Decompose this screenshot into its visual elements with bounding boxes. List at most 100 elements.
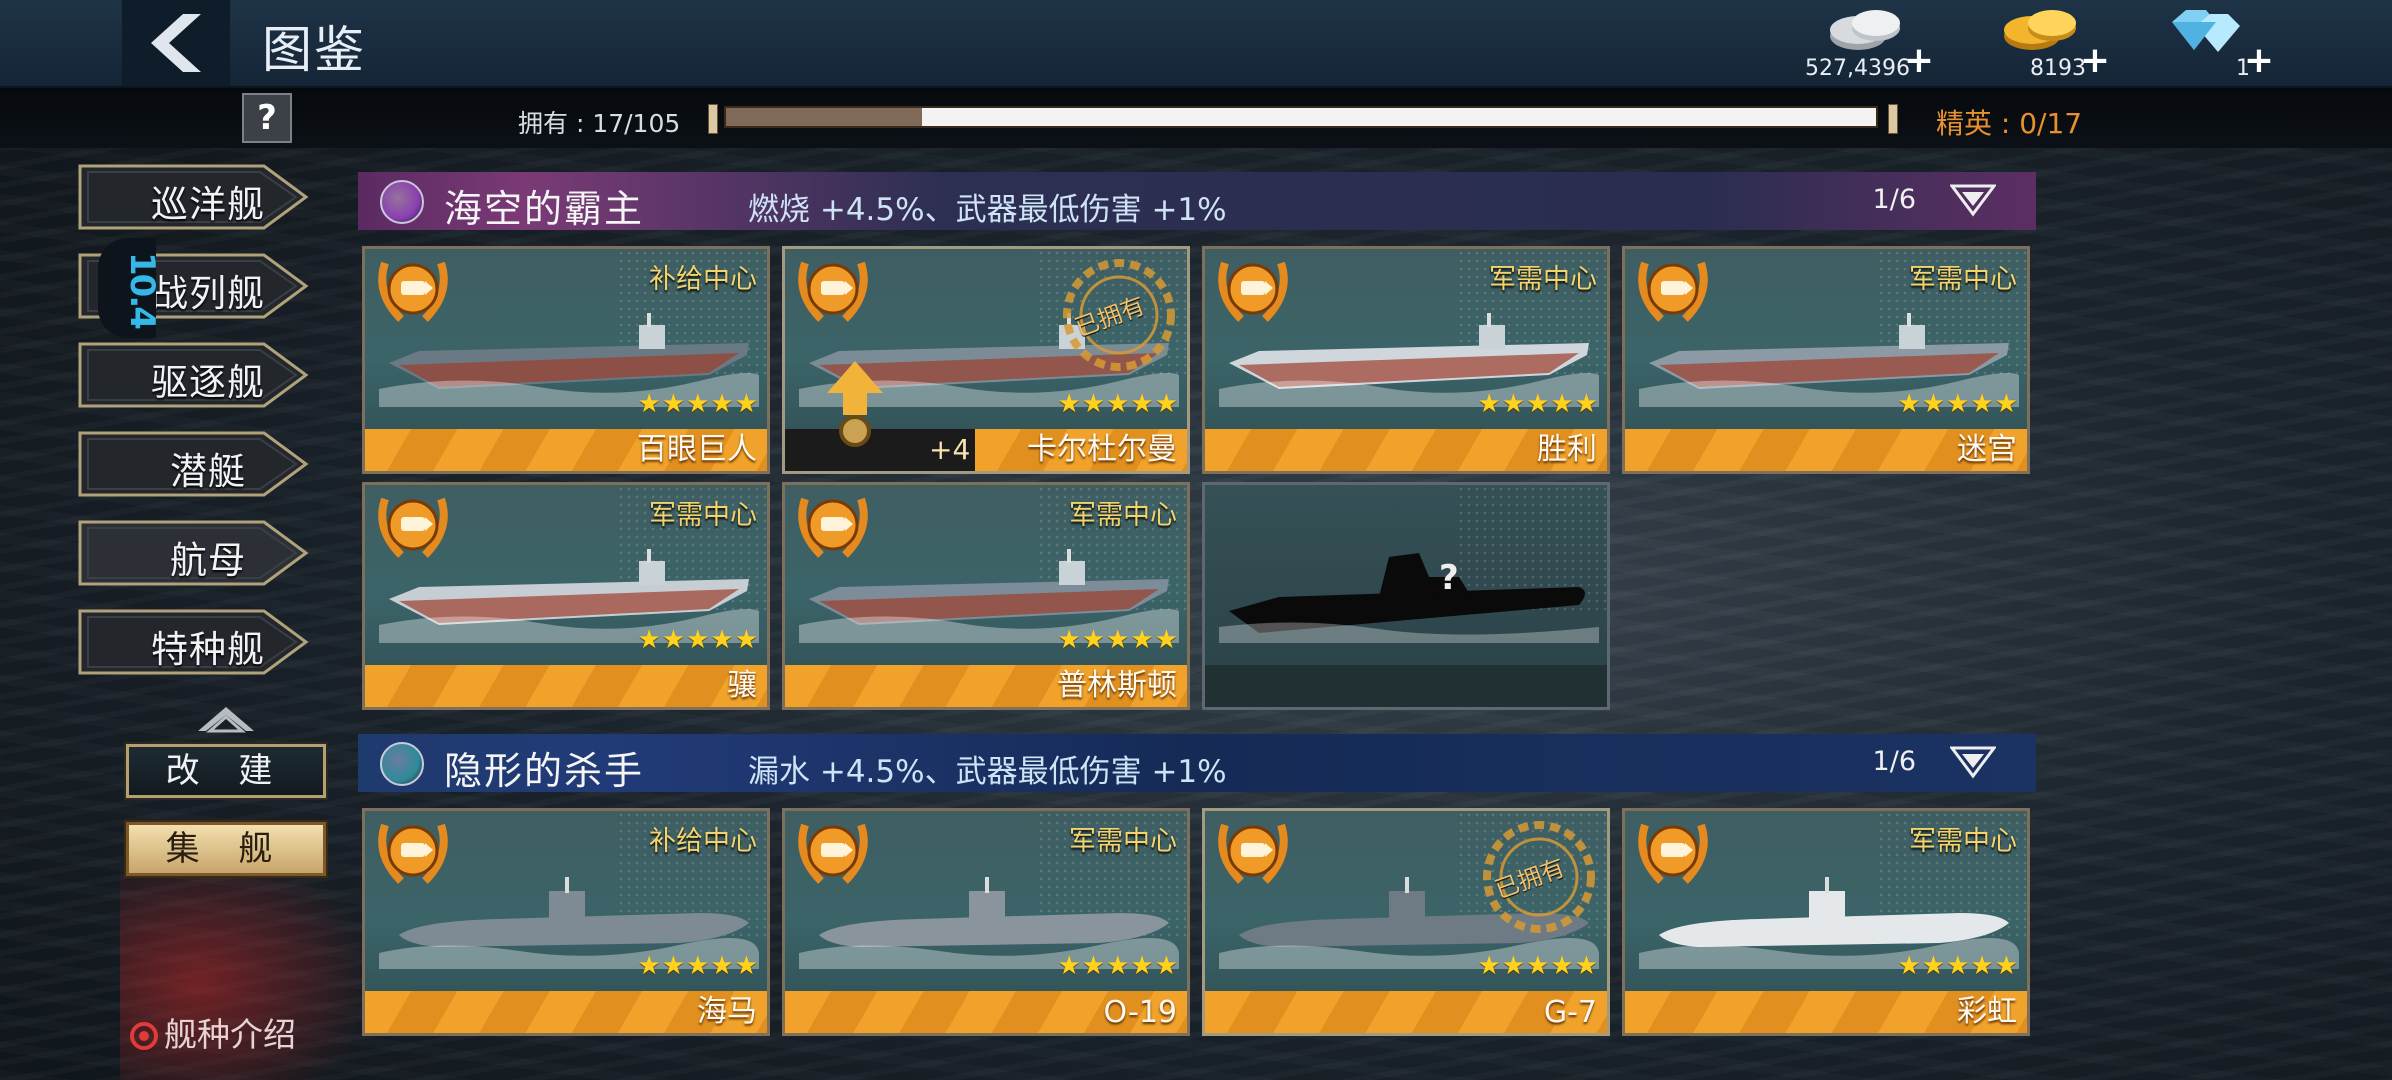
- purple-emblem-icon: [380, 180, 424, 224]
- ship-card[interactable]: 军需中心 ★★★★★ 胜利: [1202, 246, 1610, 474]
- scroll-up-icon[interactable]: [196, 705, 256, 735]
- ship-card[interactable]: 已拥有 ★★★★★ G-7: [1202, 808, 1610, 1036]
- teal-emblem-icon: [380, 742, 424, 786]
- ship-card[interactable]: 军需中心 ★★★★★ 普林斯顿: [782, 482, 1190, 710]
- name-bar: O-19: [785, 991, 1187, 1033]
- silver-add-button[interactable]: +: [1904, 40, 1934, 81]
- ship-card[interactable]: 军需中心 ★★★★★ 彩虹: [1622, 808, 2030, 1036]
- star-rating: ★★★★★: [1057, 389, 1179, 419]
- name-bar: 普林斯顿: [785, 665, 1187, 707]
- ship-source-label: 补给中心: [649, 826, 757, 857]
- name-bar: [1205, 665, 1607, 707]
- owned-count-label: 拥有 : 17/105: [518, 109, 681, 138]
- rebuild-button[interactable]: 改 建: [124, 742, 328, 800]
- owned-progress-fill: [726, 108, 922, 126]
- tab-5[interactable]: 特种舰: [78, 607, 310, 677]
- name-bar: 百眼巨人: [365, 429, 767, 471]
- ship-name: 骧: [727, 668, 757, 703]
- star-rating: ★★★★★: [1477, 389, 1599, 419]
- ship-source-label: 军需中心: [1489, 264, 1597, 295]
- tab-4[interactable]: 航母: [78, 518, 310, 588]
- ship-card[interactable]: 军需中心 ★★★★★ O-19: [782, 808, 1190, 1036]
- laurel-badge-icon: [1638, 261, 1708, 322]
- ship-name: O-19: [1103, 995, 1177, 1030]
- back-button[interactable]: [122, 0, 230, 86]
- elite-count-label: 精英 : 0/17: [1936, 107, 2083, 140]
- ship-card[interactable]: ?: [1202, 482, 1610, 710]
- owned-stamp: 已拥有: [1057, 253, 1181, 377]
- ship-card[interactable]: 已拥有 ★★★★★ +4 卡尔杜尔曼: [782, 246, 1190, 474]
- star-rating: ★★★★★: [1477, 951, 1599, 981]
- progress-cap-right: [1888, 104, 1898, 134]
- ship-source-label: 军需中心: [1069, 500, 1177, 531]
- diamond-currency: 1 +: [2170, 6, 2274, 82]
- section-header-submarine: 隐形的杀手 漏水 +4.5%、武器最低伤害 +1% 1/6: [358, 734, 2036, 793]
- star-rating: ★★★★★: [1057, 951, 1179, 981]
- tab-3[interactable]: 潜艇: [78, 429, 310, 499]
- ship-name: 彩虹: [1957, 994, 2017, 1029]
- name-bar: G-7: [1205, 991, 1607, 1033]
- ship-type-intro-link[interactable]: 舰种介绍: [130, 1008, 296, 1056]
- star-rating: ★★★★★: [637, 389, 759, 419]
- ship-card[interactable]: 补给中心 ★★★★★ 海马: [362, 808, 770, 1036]
- name-bar: 彩虹: [1625, 991, 2027, 1033]
- section-bonus: 漏水 +4.5%、武器最低伤害 +1%: [748, 754, 1227, 790]
- event-badge[interactable]: 10.4: [98, 238, 162, 338]
- name-bar: 海马: [365, 991, 767, 1033]
- gold-add-button[interactable]: +: [2080, 40, 2110, 81]
- laurel-badge-icon: [1218, 823, 1288, 884]
- progress-cap-left: [708, 104, 718, 134]
- section-page: 1/6: [1872, 746, 1916, 777]
- tab-0[interactable]: 巡洋舰: [78, 162, 310, 232]
- section-page: 1/6: [1872, 184, 1916, 215]
- ship-name: 百眼巨人: [637, 432, 757, 467]
- laurel-badge-icon: [798, 497, 868, 558]
- fleet-button[interactable]: 集 舰: [124, 820, 328, 878]
- laurel-badge-icon: [378, 497, 448, 558]
- star-rating: ★★★★★: [1897, 389, 2019, 419]
- tab-label: 巡洋舰: [151, 183, 265, 226]
- diamond-add-button[interactable]: +: [2244, 40, 2274, 81]
- upgrade-level: +4: [929, 433, 971, 466]
- ship-name: G-7: [1543, 995, 1597, 1030]
- laurel-badge-icon: [798, 261, 868, 322]
- tab-label: 航母: [170, 539, 246, 582]
- section-title: 隐形的杀手: [444, 749, 645, 793]
- diamond-icon: [2172, 10, 2240, 52]
- ship-name: 普林斯顿: [1057, 668, 1177, 703]
- ship-card[interactable]: 军需中心 ★★★★★ 骧: [362, 482, 770, 710]
- owned-progress: [724, 106, 1878, 128]
- tab-label: 潜艇: [170, 450, 246, 493]
- upgrade-arrow-icon: [827, 361, 883, 447]
- back-arrow-icon: [151, 14, 201, 72]
- event-badge-text: 10.4: [122, 252, 162, 328]
- carrier-image: ?: [1219, 553, 1599, 643]
- ship-source-label: 军需中心: [1909, 826, 2017, 857]
- laurel-badge-icon: [378, 261, 448, 322]
- gold-value: 8193: [2030, 56, 2086, 81]
- ship-source-label: 军需中心: [1909, 264, 2017, 295]
- ship-name: 卡尔杜尔曼: [1027, 432, 1177, 467]
- gold-currency: 8193 +: [1994, 6, 2110, 82]
- tab-label: 特种舰: [151, 628, 265, 671]
- ship-name: 胜利: [1537, 432, 1597, 467]
- expand-chevron-icon[interactable]: [1950, 182, 1996, 218]
- help-button[interactable]: ?: [242, 93, 292, 143]
- name-bar: 胜利: [1205, 429, 1607, 471]
- silver-coins-icon: [1830, 10, 1900, 50]
- ship-card[interactable]: 补给中心 ★★★★★ 百眼巨人: [362, 246, 770, 474]
- page-title: 图鉴: [262, 21, 366, 79]
- ship-card[interactable]: 军需中心 ★★★★★ 迷宫: [1622, 246, 2030, 474]
- tab-2[interactable]: 驱逐舰: [78, 340, 310, 410]
- ship-type-intro-label: 舰种介绍: [164, 1015, 296, 1054]
- silver-currency: 527,4396 +: [1786, 6, 1934, 82]
- ship-source-label: 补给中心: [649, 264, 757, 295]
- ship-name: 海马: [697, 994, 757, 1029]
- svg-text:?: ?: [1439, 558, 1459, 598]
- laurel-badge-icon: [798, 823, 868, 884]
- laurel-badge-icon: [378, 823, 448, 884]
- top-bar: 图鉴 527,4396 + 8193 + 1 +: [0, 0, 2392, 88]
- expand-chevron-icon[interactable]: [1950, 744, 1996, 780]
- section-bonus: 燃烧 +4.5%、武器最低伤害 +1%: [748, 192, 1227, 228]
- tab-label: 驱逐舰: [151, 361, 265, 404]
